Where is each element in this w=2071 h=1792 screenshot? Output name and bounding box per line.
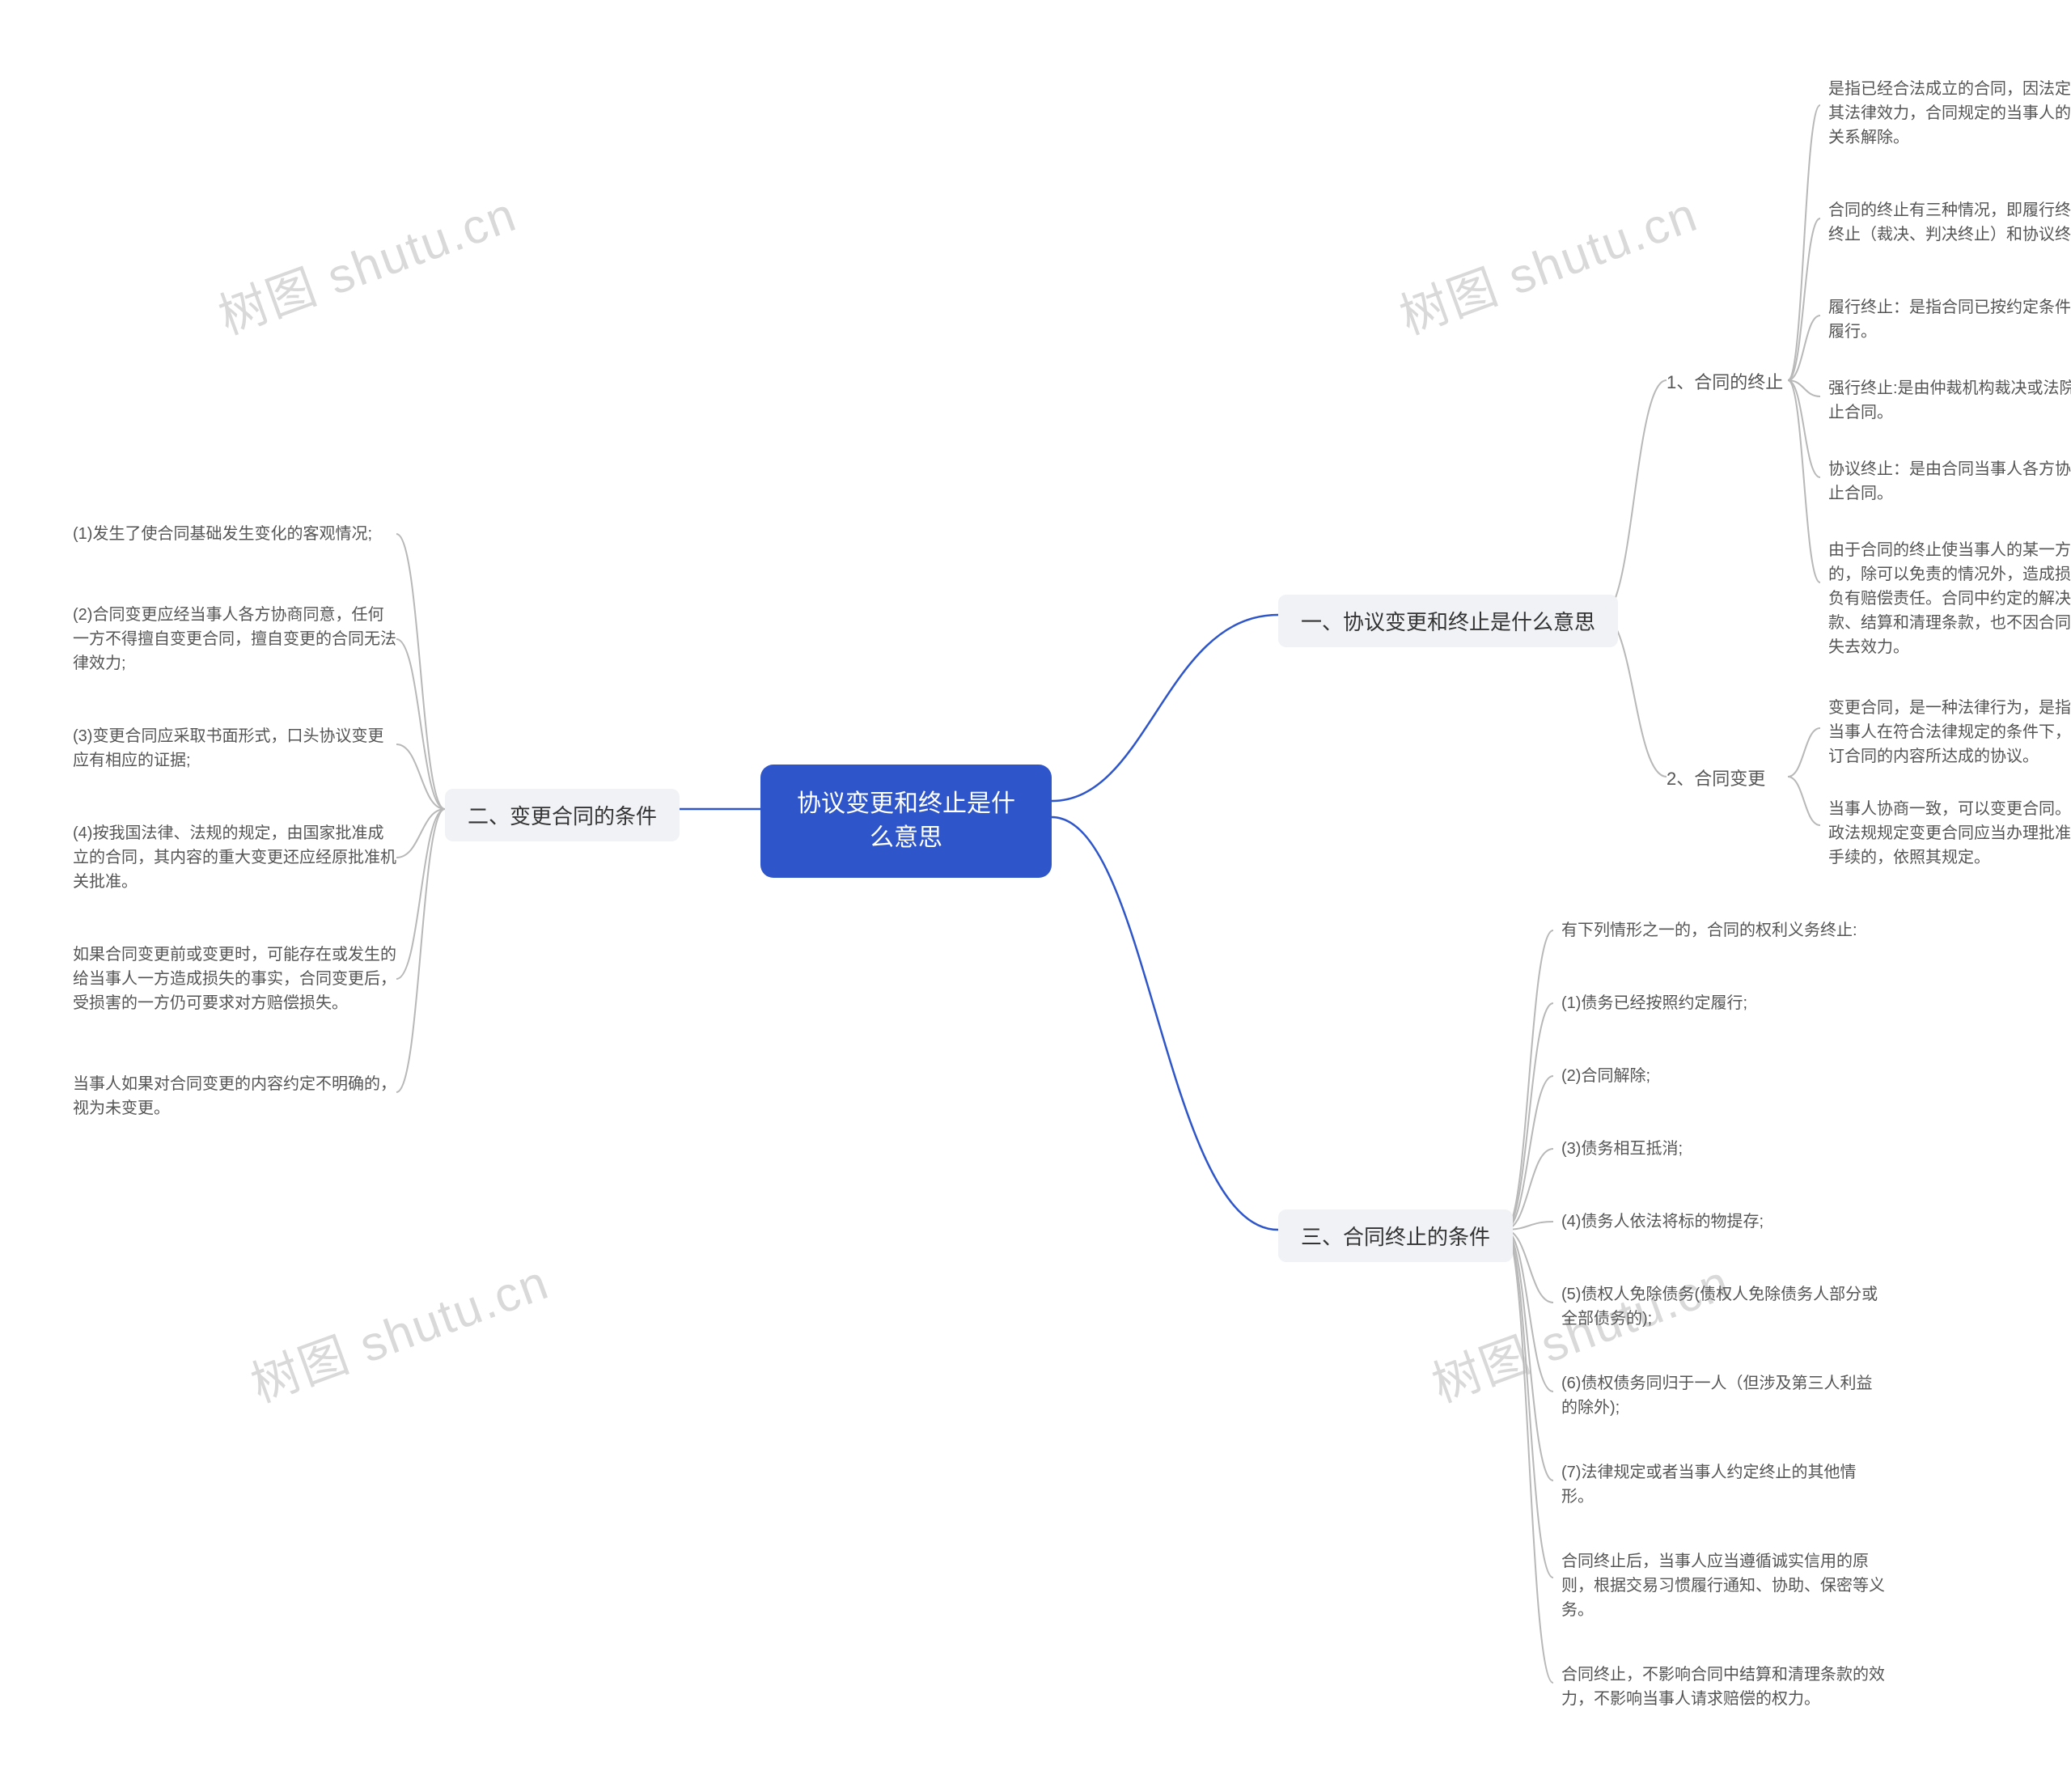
b3-leaf-2: (2)合同解除; <box>1561 1064 1885 1088</box>
b1-s1-leaf-2: 履行终止：是指合同已按约定条件得到全面履行。 <box>1828 295 2071 344</box>
b1-s2-leaf-1: 当事人协商一致，可以变更合同。法律、行政法规规定变更合同应当办理批准、登记等手续… <box>1828 797 2071 870</box>
b1-s1-leaf-4: 协议终止：是由合同当事人各方协商同意终止合同。 <box>1828 457 2071 506</box>
watermark: 树图 shutu.cn <box>1389 176 1706 349</box>
b2-leaf-1: (2)合同变更应经当事人各方协商同意，任何一方不得擅自变更合同，擅自变更的合同无… <box>73 603 396 676</box>
b1-s1-leaf-5: 由于合同的终止使当事人的某一方遭受损失的，除可以免责的情况外，造成损失的一方负有… <box>1828 538 2071 659</box>
b3-leaf-5: (5)债权人免除债务(债权人免除债务人部分或全部债务的); <box>1561 1282 1885 1331</box>
b3-leaf-7: (7)法律规定或者当事人约定终止的其他情形。 <box>1561 1460 1885 1509</box>
b3-leaf-3: (3)债务相互抵消; <box>1561 1137 1885 1161</box>
b1-s2-leaf-0: 变更合同，是一种法律行为，是指签约双方当事人在符合法律规定的条件下，就修改原订合… <box>1828 696 2071 769</box>
root-node[interactable]: 协议变更和终止是什么意思 <box>760 765 1052 878</box>
branch-2[interactable]: 二、变更合同的条件 <box>445 789 680 841</box>
b3-leaf-4: (4)债务人依法将标的物提存; <box>1561 1209 1885 1234</box>
connector-lines <box>0 0 2071 1792</box>
watermark: 树图 shutu.cn <box>240 1243 557 1417</box>
b3-leaf-1: (1)债务已经按照约定履行; <box>1561 991 1885 1015</box>
branch-1[interactable]: 一、协议变更和终止是什么意思 <box>1278 595 1618 647</box>
b2-leaf-5: 当事人如果对合同变更的内容约定不明确的，视为未变更。 <box>73 1072 396 1121</box>
b2-leaf-3: (4)按我国法律、法规的规定，由国家批准成立的合同，其内容的重大变更还应经原批准… <box>73 821 396 894</box>
b2-leaf-4: 如果合同变更前或变更时，可能存在或发生的给当事人一方造成损失的事实，合同变更后，… <box>73 943 396 1015</box>
b2-leaf-2: (3)变更合同应采取书面形式，口头协议变更应有相应的证据; <box>73 724 396 773</box>
b1-s1-leaf-1: 合同的终止有三种情况，即履行终止、强行终止（裁决、判决终止）和协议终止。 <box>1828 198 2071 247</box>
b2-leaf-0: (1)发生了使合同基础发生变化的客观情况; <box>73 522 396 546</box>
b3-leaf-9: 合同终止，不影响合同中结算和清理条款的效力，不影响当事人请求赔偿的权力。 <box>1561 1663 1885 1711</box>
branch-1-sub-1[interactable]: 1、合同的终止 <box>1667 368 1783 394</box>
branch-1-sub-2[interactable]: 2、合同变更 <box>1667 765 1765 790</box>
b3-leaf-8: 合同终止后，当事人应当遵循诚实信用的原则，根据交易习惯履行通知、协助、保密等义务… <box>1561 1549 1885 1622</box>
b3-leaf-0: 有下列情形之一的，合同的权利义务终止: <box>1561 918 1885 943</box>
watermark: 树图 shutu.cn <box>208 176 525 349</box>
branch-3[interactable]: 三、合同终止的条件 <box>1278 1209 1513 1262</box>
b1-s1-leaf-3: 强行终止:是由仲裁机构裁决或法院判决终止合同。 <box>1828 376 2071 425</box>
b3-leaf-6: (6)债权债务同归于一人（但涉及第三人利益的除外); <box>1561 1371 1885 1420</box>
b1-s1-leaf-0: 是指已经合法成立的合同，因法定原因终止其法律效力，合同规定的当事人的权利义务关系… <box>1828 77 2071 150</box>
